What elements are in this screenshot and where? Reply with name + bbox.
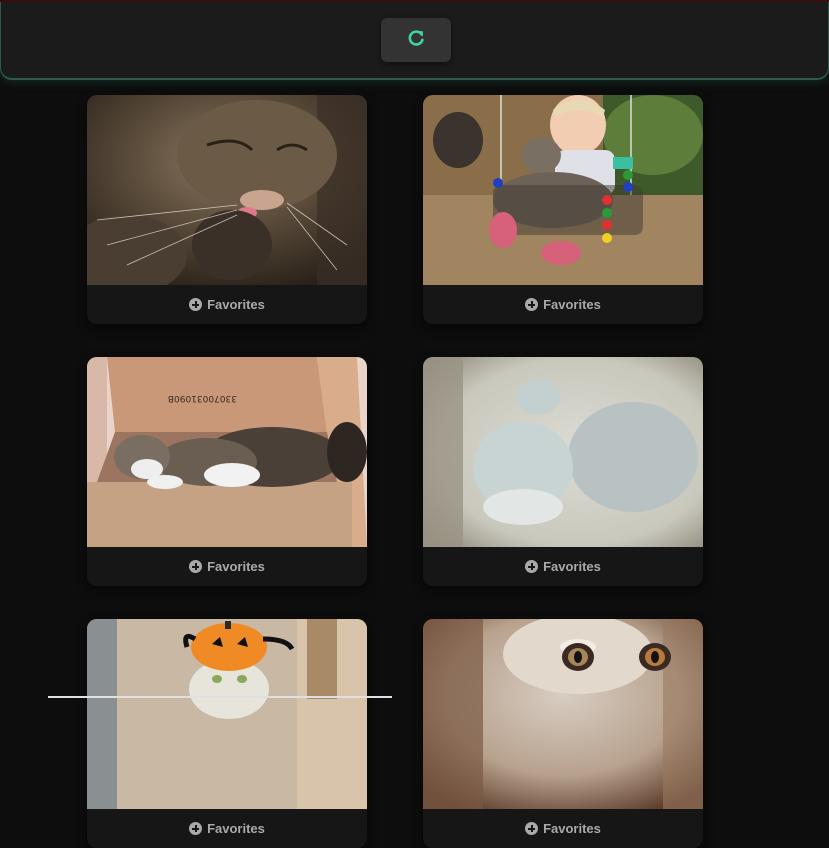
cat-in-box-image[interactable]: 33070031090B xyxy=(87,357,367,547)
favorite-label: Favorites xyxy=(207,559,265,574)
svg-text:33070031090B: 33070031090B xyxy=(168,393,237,403)
image-card: Favorites xyxy=(423,357,703,586)
image-card: Favorites xyxy=(87,619,367,848)
favorite-label: Favorites xyxy=(207,297,265,312)
add-favorite-button[interactable]: Favorites xyxy=(423,285,703,324)
refresh-button[interactable] xyxy=(381,18,451,62)
blurry-kitten-image[interactable] xyxy=(423,357,703,547)
add-favorite-button[interactable]: Favorites xyxy=(87,285,367,324)
add-favorite-button[interactable]: Favorites xyxy=(423,547,703,586)
toddler-hugging-cat-image[interactable] xyxy=(423,95,703,285)
favorite-label: Favorites xyxy=(543,821,601,836)
refresh-icon xyxy=(405,27,427,54)
top-border xyxy=(0,0,829,2)
image-grid: Favorites Favorites 33070031090B Favorit… xyxy=(0,0,829,848)
cat-face-closeup-image[interactable] xyxy=(423,619,703,809)
favorite-label: Favorites xyxy=(207,821,265,836)
add-favorite-button[interactable]: Favorites xyxy=(423,809,703,848)
add-favorite-button[interactable]: Favorites xyxy=(87,547,367,586)
plus-circle-icon xyxy=(525,298,539,311)
image-card: Favorites xyxy=(423,95,703,324)
favorite-label: Favorites xyxy=(543,297,601,312)
favorite-label: Favorites xyxy=(543,559,601,574)
image-card: Favorites xyxy=(87,95,367,324)
plus-circle-icon xyxy=(525,560,539,573)
plus-circle-icon xyxy=(525,822,539,835)
image-card: 33070031090B Favorites xyxy=(87,357,367,586)
plus-circle-icon xyxy=(189,298,203,311)
add-favorite-button[interactable]: Favorites xyxy=(87,809,367,848)
cat-pumpkin-hat-image[interactable] xyxy=(87,619,367,809)
cat-licking-paw-image[interactable] xyxy=(87,95,367,285)
image-card: Favorites xyxy=(423,619,703,848)
plus-circle-icon xyxy=(189,560,203,573)
top-toolbar xyxy=(0,0,829,80)
plus-circle-icon xyxy=(189,822,203,835)
